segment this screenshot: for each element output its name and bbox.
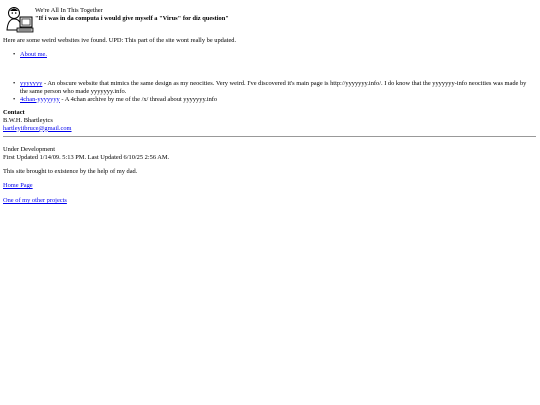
- 4chan-yyyyyyy-description: - A 4chan archive by me of the /x/ threa…: [59, 95, 218, 103]
- yyyyyyy-description: - An obscure website that mimics the sam…: [20, 80, 527, 95]
- other-projects-link[interactable]: One of my other projects: [3, 197, 67, 204]
- site-tagline: We're All In This Together: [35, 7, 103, 14]
- contact-section: Contact B.W.H. Bhartleytcs hartleyiibruc…: [3, 109, 72, 132]
- home-page-link[interactable]: Home Page: [3, 182, 33, 189]
- yyyyyyy-link[interactable]: yyyyyyy: [20, 80, 42, 87]
- bullet-icon: •: [13, 95, 16, 103]
- contact-email-link[interactable]: hartleyiibruce@gmail.com: [3, 125, 72, 132]
- weird-sites-list: • yyyyyyy - An obscure website that mimi…: [13, 80, 533, 103]
- horizontal-divider: [3, 136, 536, 137]
- header-text: We're All In This Together "If i was in …: [35, 7, 229, 23]
- status-update-dates: First Updated 1/14/09. 5:13 PM. Last Upd…: [3, 153, 170, 161]
- contact-name: B.W.H. Bhartleytcs: [3, 116, 53, 124]
- page: We're All In This Together "If i was in …: [0, 0, 540, 405]
- list-item: • 4chan-yyyyyyy - A 4chan archive by me …: [13, 96, 533, 104]
- status-section: Under Development First Updated 1/14/09.…: [3, 146, 169, 162]
- list-item: • yyyyyyy - An obscure website that mimi…: [13, 80, 533, 96]
- bullet-icon: •: [13, 51, 16, 58]
- credit-text: This site brought to existence by the he…: [3, 168, 138, 175]
- site-quote: "If i was in da computa i would give mys…: [35, 14, 229, 22]
- site-header: We're All In This Together "If i was in …: [4, 6, 229, 33]
- bullet-icon: •: [13, 80, 16, 87]
- 4chan-yyyyyyy-link[interactable]: 4chan-yyyyyyy: [20, 96, 60, 103]
- computer-and-person-logo-icon: [4, 6, 34, 33]
- intro-text: Here are some weird websites ive found. …: [3, 37, 237, 44]
- about-me-link[interactable]: About me.: [20, 51, 47, 58]
- list-item: • About me.: [13, 51, 533, 59]
- about-list: • About me.: [13, 51, 533, 59]
- status-under-development: Under Development: [3, 146, 55, 153]
- contact-heading: Contact: [3, 109, 25, 116]
